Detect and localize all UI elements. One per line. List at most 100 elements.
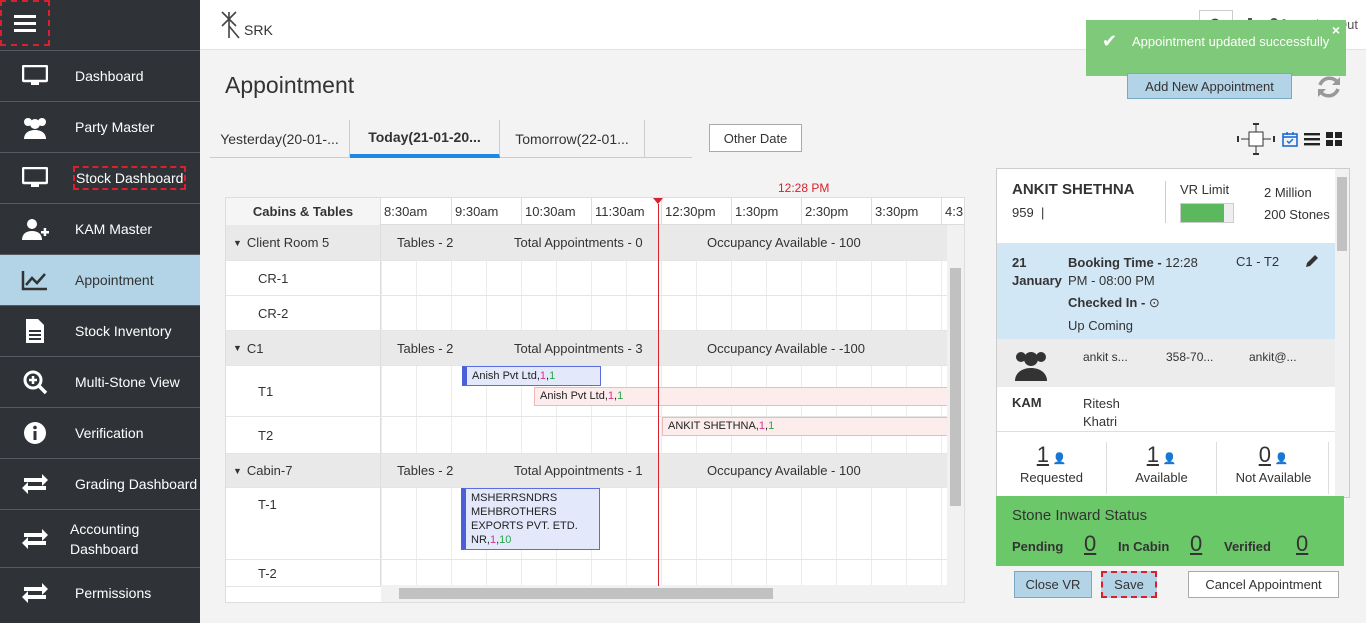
logo-text: SRK xyxy=(244,22,273,38)
add-appointment-button[interactable]: Add New Appointment xyxy=(1127,73,1292,99)
checked-in: Checked In - ⊙ xyxy=(1068,295,1160,311)
table-row[interactable]: T-2 xyxy=(226,560,948,587)
cabin-group-row[interactable]: ▼ Client Room 5 Tables - 2 Total Appointm… xyxy=(226,225,948,261)
sidebar-item-label: KAM Master xyxy=(75,221,153,237)
cabin-group-name: ▼ Client Room 5 xyxy=(226,225,381,260)
contact-row: ankit s... 358-70... ankit@... xyxy=(997,339,1335,387)
tables-count: Tables - 2 xyxy=(397,340,454,356)
tables-count: Tables - 2 xyxy=(397,235,454,250)
stat-value[interactable]: 1 xyxy=(1037,442,1049,467)
edit-pencil-icon[interactable] xyxy=(1305,253,1320,268)
incabin-value[interactable]: 0 xyxy=(1190,531,1202,557)
sidebar-item-dashboard[interactable]: Dashboard xyxy=(0,50,200,101)
cabin-group-row[interactable]: ▼ Cabin-7 Tables - 2 Total Appointments -… xyxy=(226,454,948,488)
group-label: Client Room 5 xyxy=(246,235,330,250)
booking-card[interactable]: 21 January Booking Time - 12:28 PM - 08:… xyxy=(997,243,1335,339)
caret-down-icon: ▼ xyxy=(233,465,242,476)
total-appointments: Total Appointments - 1 xyxy=(514,463,643,478)
limit-value: 2 Million xyxy=(1264,185,1312,200)
cabin-group-name: ▼ Cabin-7 xyxy=(226,454,381,487)
inward-title: Stone Inward Status xyxy=(1012,507,1148,524)
cancel-appointment-button[interactable]: Cancel Appointment xyxy=(1188,571,1339,598)
stat-value[interactable]: 0 xyxy=(1259,442,1271,467)
scroll-thumb[interactable] xyxy=(399,588,773,599)
exchange-icon xyxy=(20,524,50,554)
contact-name: ankit s... xyxy=(1083,350,1128,364)
time-slot: 11:30am xyxy=(592,198,662,225)
other-date-button[interactable]: Other Date xyxy=(709,124,802,152)
horizontal-scrollbar[interactable] xyxy=(381,585,964,602)
calendar-icon[interactable] xyxy=(1282,131,1298,147)
toast-close-icon[interactable]: × xyxy=(1332,23,1340,38)
schedule-grid: Cabins & Tables 8:30am 9:30am 10:30am 11… xyxy=(225,197,965,603)
sidebar-item-party-master[interactable]: Party Master xyxy=(0,101,200,152)
time-cells[interactable] xyxy=(381,560,948,586)
total-appointments: Total Appointments - 0 xyxy=(514,235,643,250)
time-slot: 3:30pm xyxy=(872,198,942,225)
cabin-group-row[interactable]: ▼ C1 Tables - 2 Total Appointments - 3 Oc… xyxy=(226,331,948,366)
appointment-block[interactable]: Anish Pvt Ltd,1,1 xyxy=(462,366,601,386)
sidebar-item-verification[interactable]: Verification xyxy=(0,407,200,458)
time-slot: 8:30am xyxy=(381,198,452,225)
sidebar-item-label: Grading Dashboard xyxy=(75,476,198,492)
group-label: Cabin-7 xyxy=(246,463,293,478)
checked-in-label: Checked In - xyxy=(1068,295,1146,310)
stones-value: 200 Stones xyxy=(1264,207,1330,222)
table-name: T2 xyxy=(226,417,381,453)
client-id-separator: | xyxy=(1040,205,1045,220)
sidebar-item-kam-master[interactable]: KAM Master xyxy=(0,203,200,254)
date-tabs: Yesterday(20-01-... Today(21-01-20... To… xyxy=(210,120,692,158)
appointment-block[interactable]: MSHERRSNDRS MEHBROTHERS EXPORTS PVT. ETD… xyxy=(461,488,600,550)
table-name: CR-2 xyxy=(226,296,381,330)
hamburger-menu-button[interactable] xyxy=(0,0,50,46)
time-slot: 4:3 xyxy=(945,204,964,219)
verified-value[interactable]: 0 xyxy=(1296,531,1308,557)
close-vr-button[interactable]: Close VR xyxy=(1014,571,1092,598)
user-icon: 👤 xyxy=(1162,453,1177,465)
time-slot: 12:30pm xyxy=(662,198,732,225)
time-slot: 1:30pm xyxy=(732,198,802,225)
grid-view-icon[interactable] xyxy=(1326,132,1342,146)
appointment-count: 1 xyxy=(489,534,497,546)
vr-limit-label: VR Limit xyxy=(1180,182,1230,197)
time-cells[interactable] xyxy=(381,261,948,295)
sidebar-item-label: Multi-Stone View xyxy=(75,374,180,390)
cabins-tables-header: Cabins & Tables xyxy=(226,198,381,225)
stat-value[interactable]: 1 xyxy=(1147,442,1159,467)
panel-scrollbar[interactable] xyxy=(1335,169,1349,497)
appointment-block[interactable]: ANKIT SHETHNA,1,1 xyxy=(662,417,948,436)
sidebar-item-stock-dashboard[interactable]: Stock Dashboard xyxy=(0,152,200,203)
table-row[interactable]: CR-1 xyxy=(226,261,948,296)
contact-phone: 358-70... xyxy=(1166,350,1214,364)
client-name: ANKIT SHETHNA xyxy=(1012,181,1135,198)
tab-yesterday[interactable]: Yesterday(20-01-... xyxy=(210,120,350,158)
pending-value[interactable]: 0 xyxy=(1084,531,1096,557)
document-icon xyxy=(20,316,50,346)
kam-label: KAM xyxy=(1012,395,1042,410)
refresh-icon[interactable] xyxy=(1314,72,1344,102)
booking-date: 21 January xyxy=(1012,255,1062,288)
vertical-scrollbar[interactable] xyxy=(947,225,964,587)
sidebar-item-permissions[interactable]: Permissions xyxy=(0,567,200,618)
appointment-stones: 1 xyxy=(617,390,624,402)
scroll-thumb[interactable] xyxy=(950,268,961,506)
sidebar-item-multi-stone-view[interactable]: Multi-Stone View xyxy=(0,356,200,407)
sidebar-item-label: Dashboard xyxy=(75,68,144,84)
table-row[interactable]: CR-2 xyxy=(226,296,948,331)
sidebar-item-grading-dashboard[interactable]: Grading Dashboard xyxy=(0,458,200,509)
list-view-icon[interactable] xyxy=(1304,132,1320,146)
table-layout-icon[interactable] xyxy=(1236,122,1276,156)
appointment-count: 1 xyxy=(539,370,546,382)
vr-limit-bar xyxy=(1180,203,1234,223)
sidebar-item-accounting-dashboard[interactable]: Accounting Dashboard xyxy=(0,509,200,567)
monitor-icon xyxy=(20,61,50,91)
scroll-thumb[interactable] xyxy=(1337,177,1347,251)
sidebar-item-appointment[interactable]: Appointment xyxy=(0,254,200,305)
time-slot: 10:30am xyxy=(522,198,592,225)
tab-tomorrow[interactable]: Tomorrow(22-01... xyxy=(500,120,645,158)
appointment-block[interactable]: Anish Pvt Ltd,1,1 xyxy=(534,387,948,406)
save-button[interactable]: Save xyxy=(1101,571,1157,598)
sidebar-item-stock-inventory[interactable]: Stock Inventory xyxy=(0,305,200,356)
time-cells[interactable] xyxy=(381,296,948,330)
tab-today[interactable]: Today(21-01-20... xyxy=(350,120,500,158)
